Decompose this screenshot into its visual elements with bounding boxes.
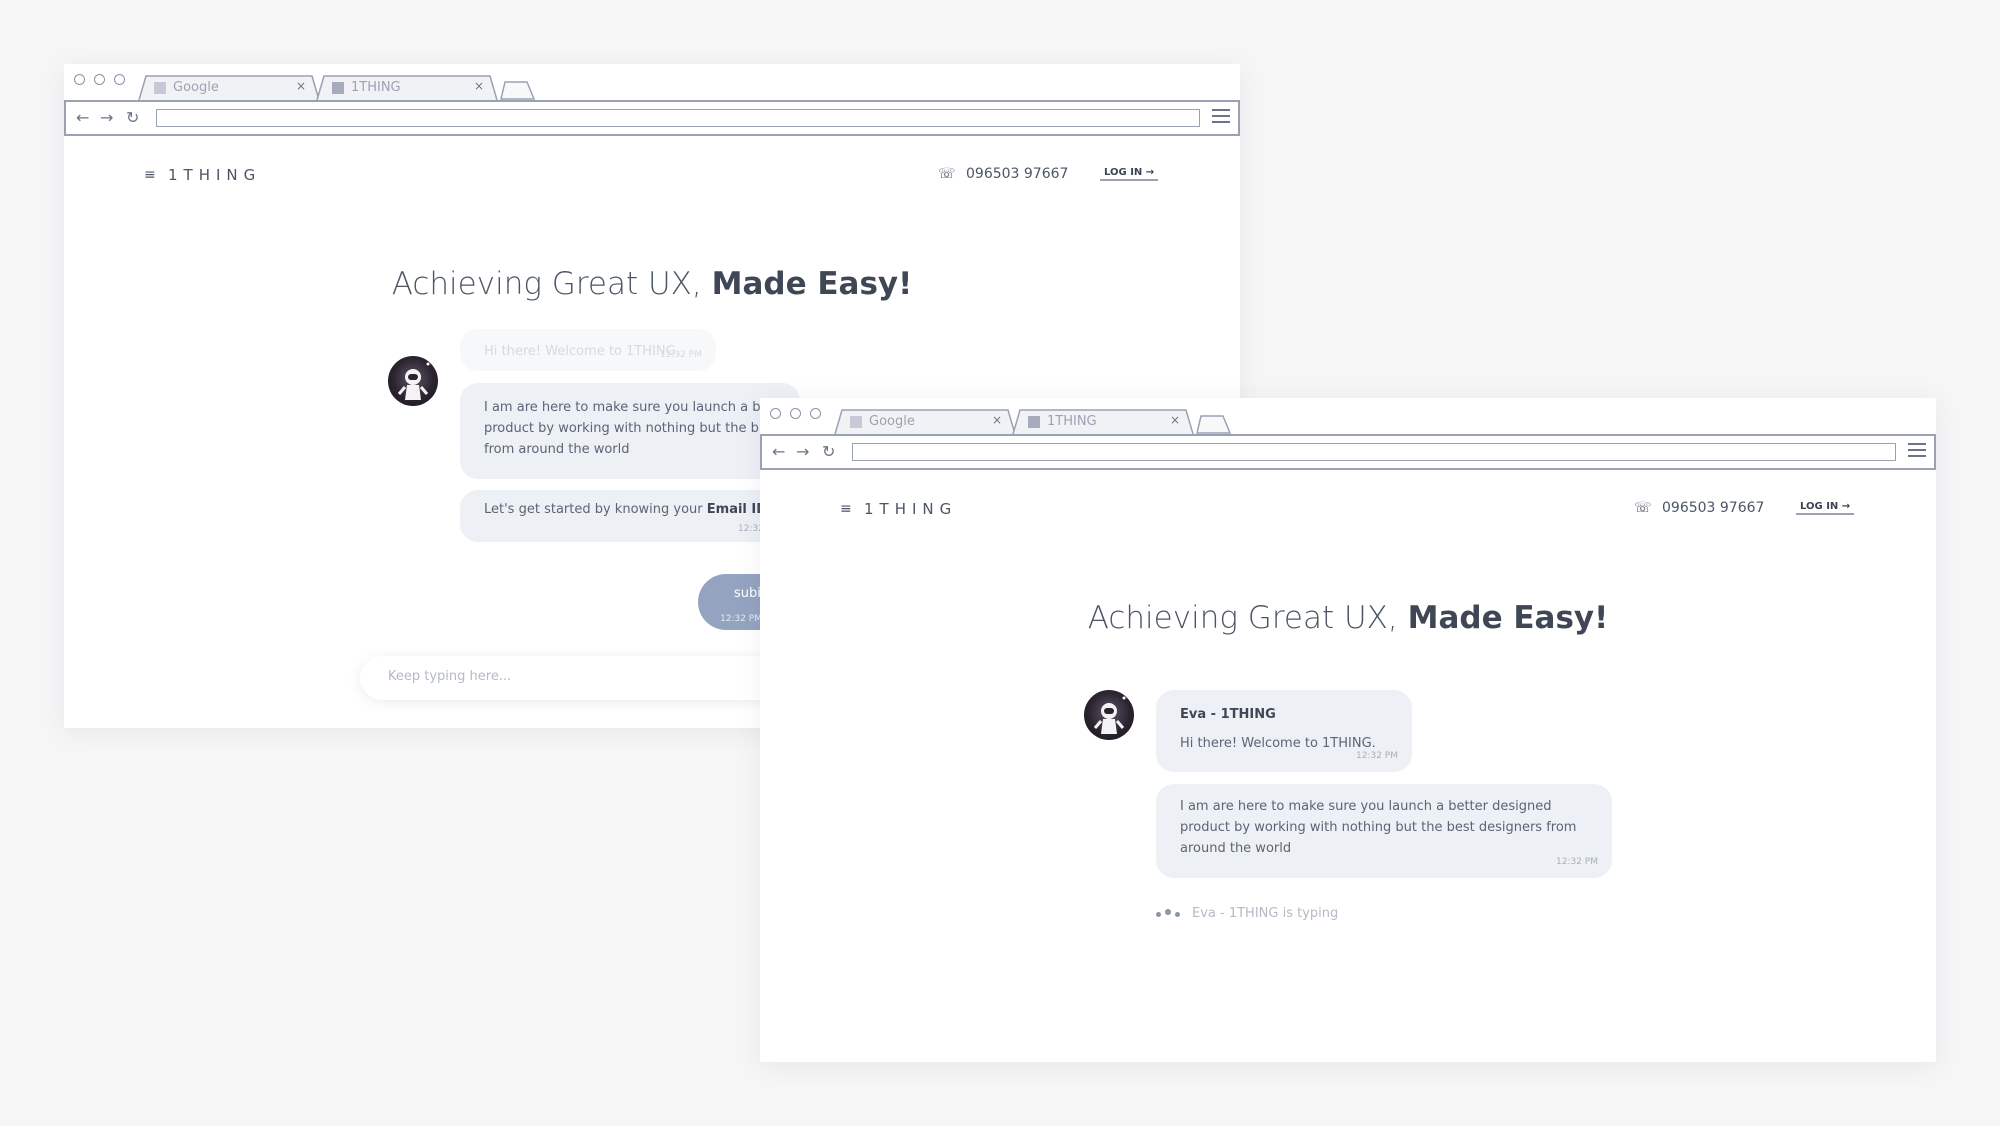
message-time: 12:32 PM: [1556, 857, 1598, 867]
message-text: I am are here to make sure you launch a …: [484, 400, 769, 457]
tab-label: 1THING: [1047, 414, 1097, 429]
window-maximize-dot[interactable]: [114, 74, 125, 85]
chat-message: Let's get started by knowing your Email …: [460, 490, 800, 542]
message-text: Hi there! Welcome to 1THING.: [484, 344, 680, 359]
phone-icon: ☏: [1634, 500, 1652, 516]
browser-menu-icon[interactable]: [1212, 109, 1230, 125]
typing-dots-icon: [1156, 908, 1184, 919]
site-logo[interactable]: 1THING: [864, 500, 957, 518]
bot-avatar: [1084, 690, 1134, 740]
phone-number[interactable]: 096503 97667: [966, 166, 1068, 182]
favicon-icon: [850, 416, 862, 428]
page-content: ≡ 1THING ☏ 096503 97667 LOG IN → Achievi…: [760, 470, 1936, 1062]
reload-icon[interactable]: ↻: [126, 109, 139, 127]
window-close-dot[interactable]: [770, 408, 781, 419]
message-time: 12:32 PM: [660, 350, 702, 360]
headline-light: Achieving Great UX,: [391, 266, 702, 302]
chat-message: I am are here to make sure you launch a …: [1156, 784, 1612, 878]
tab-close-icon[interactable]: ×: [1170, 413, 1180, 427]
message-text: subi: [734, 586, 761, 601]
hamburger-menu-icon[interactable]: ≡: [840, 501, 852, 517]
browser-menu-icon[interactable]: [1908, 443, 1926, 459]
back-arrow-icon[interactable]: ←: [772, 443, 785, 461]
tab-label: 1THING: [351, 80, 401, 95]
phone-number[interactable]: 096503 97667: [1662, 500, 1764, 516]
agent-name: Eva - 1THING: [1180, 707, 1276, 722]
typing-text: Eva - 1THING is typing: [1192, 906, 1339, 921]
typing-indicator: Eva - 1THING is typing: [1156, 906, 1338, 921]
tab-google[interactable]: Google ×: [138, 74, 320, 100]
forward-arrow-icon[interactable]: →: [796, 443, 809, 461]
message-bold-text: Email ID: [706, 502, 768, 517]
reload-icon[interactable]: ↻: [822, 443, 835, 461]
forward-arrow-icon[interactable]: →: [100, 109, 113, 127]
login-button[interactable]: LOG IN →: [1796, 501, 1855, 515]
browser-window-front: Google × 1THING × ← → ↻ ≡ 1THING ☏ 09650…: [760, 398, 1936, 1062]
chat-message: Hi there! Welcome to 1THING. 12:32 PM: [460, 329, 716, 371]
chat-input[interactable]: Keep typing here...: [360, 656, 820, 700]
back-arrow-icon[interactable]: ←: [76, 109, 89, 127]
site-logo[interactable]: 1THING: [168, 166, 261, 184]
phone-icon: ☏: [938, 166, 956, 182]
tab-1thing[interactable]: 1THING ×: [1012, 408, 1194, 434]
login-button[interactable]: LOG IN →: [1100, 167, 1159, 181]
new-tab-icon[interactable]: [500, 80, 536, 100]
headline-light: Achieving Great UX,: [1087, 600, 1398, 636]
message-time: 12:32 PM: [720, 614, 762, 624]
tab-bar: Google × 1THING ×: [760, 398, 1936, 434]
message-text: I am are here to make sure you launch a …: [1180, 799, 1577, 856]
tab-close-icon[interactable]: ×: [992, 413, 1002, 427]
astronaut-icon: [397, 362, 430, 400]
tab-close-icon[interactable]: ×: [474, 79, 484, 93]
chat-message: Eva - 1THING Hi there! Welcome to 1THING…: [1156, 690, 1412, 772]
browser-toolbar: ← → ↻: [64, 100, 1240, 136]
tab-1thing[interactable]: 1THING ×: [316, 74, 498, 100]
window-maximize-dot[interactable]: [810, 408, 821, 419]
page-title: Achieving Great UX, Made Easy!: [760, 600, 1936, 636]
new-tab-icon[interactable]: [1196, 414, 1232, 434]
favicon-icon: [1028, 416, 1040, 428]
tab-google[interactable]: Google ×: [834, 408, 1016, 434]
favicon-icon: [332, 82, 344, 94]
browser-toolbar: ← → ↻: [760, 434, 1936, 470]
hamburger-menu-icon[interactable]: ≡: [144, 167, 156, 183]
message-text: Hi there! Welcome to 1THING.: [1180, 736, 1376, 751]
chat-message: I am are here to make sure you launch a …: [460, 383, 800, 479]
message-text: Let's get started by knowing your: [484, 502, 703, 517]
window-close-dot[interactable]: [74, 74, 85, 85]
address-bar[interactable]: [852, 443, 1896, 461]
window-minimize-dot[interactable]: [94, 74, 105, 85]
message-time: 12:32 PM: [1356, 751, 1398, 761]
favicon-icon: [154, 82, 166, 94]
tab-bar: Google × 1THING ×: [64, 64, 1240, 100]
headline-bold: Made Easy!: [1407, 600, 1609, 636]
tab-label: Google: [869, 414, 915, 429]
headline-bold: Made Easy!: [711, 266, 913, 302]
address-bar[interactable]: [156, 109, 1200, 127]
astronaut-icon: [1093, 696, 1126, 734]
bot-avatar: [388, 356, 438, 406]
tab-label: Google: [173, 80, 219, 95]
tab-close-icon[interactable]: ×: [296, 79, 306, 93]
page-title: Achieving Great UX, Made Easy!: [64, 266, 1240, 302]
window-minimize-dot[interactable]: [790, 408, 801, 419]
